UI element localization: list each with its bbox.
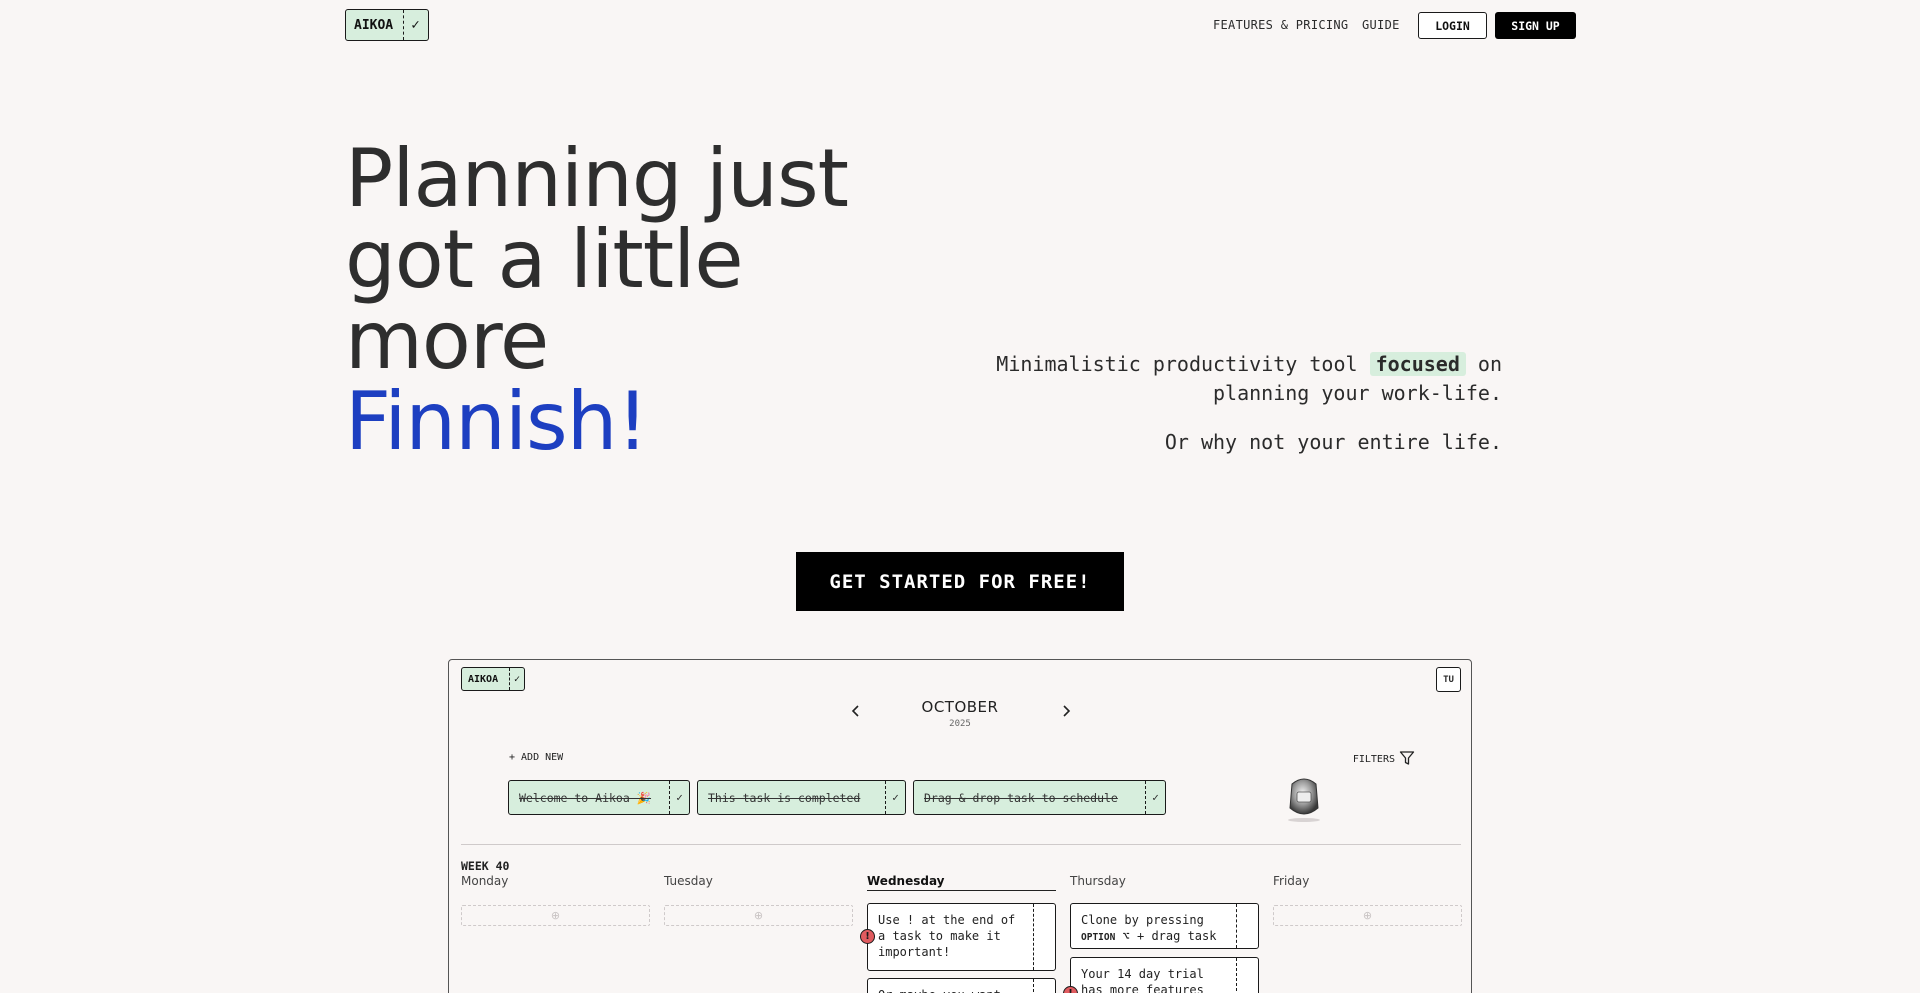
- checkmark-icon: ✓: [403, 10, 427, 40]
- app-preview: AIKOA ✓ TU OCTOBER 2025 + ADD NEW FILTER…: [448, 659, 1472, 993]
- week-label: WEEK 40: [461, 859, 510, 873]
- month-title: OCTOBER: [921, 698, 999, 716]
- nav-link-features-pricing[interactable]: FEATURES & PRICING: [1213, 18, 1348, 32]
- add-circle-icon: ⊕: [550, 909, 561, 922]
- hero-title-line: more: [345, 294, 549, 387]
- filter-icon: [1399, 750, 1415, 769]
- chevron-right-icon[interactable]: [1061, 704, 1071, 722]
- important-icon: !: [860, 929, 875, 944]
- day-column-tuesday: Tuesday ⊕: [664, 874, 853, 926]
- task-card[interactable]: Your 14 day trial has more features: [1070, 957, 1259, 993]
- subtitle-text: Minimalistic productivity tool: [996, 352, 1370, 376]
- hero-title-line: Planning just: [345, 132, 849, 225]
- keyboard-key: OPTION: [1081, 932, 1116, 943]
- day-name: Monday: [461, 874, 509, 888]
- add-task-slot[interactable]: ⊕: [664, 905, 853, 926]
- top-navigation: AIKOA ✓ FEATURES & PRICING GUIDE LOGIN S…: [0, 0, 1920, 50]
- task-text-part: Clone by pressing: [1081, 913, 1204, 927]
- task-checkbox[interactable]: [1236, 904, 1258, 948]
- hero-subtitle-line1: Minimalistic productivity tool focused o…: [902, 350, 1502, 408]
- hero-title-line: got a little: [345, 213, 744, 306]
- month-year: 2025: [949, 719, 971, 729]
- checkmark-icon[interactable]: ✓: [885, 781, 905, 814]
- day-column-monday: Monday ⊕: [461, 874, 650, 926]
- divider: [461, 844, 1461, 845]
- get-started-button[interactable]: GET STARTED FOR FREE!: [796, 552, 1124, 611]
- task-card[interactable]: Or maybe you want: [867, 978, 1056, 993]
- day-name: Tuesday: [664, 874, 713, 888]
- hero-subtitle-line2: Or why not your entire life.: [1164, 430, 1502, 454]
- task-checkbox[interactable]: [1033, 904, 1055, 970]
- task-card[interactable]: Clone by pressing OPTION ⌥ + drag task: [1070, 903, 1259, 949]
- signup-button[interactable]: SIGN UP: [1495, 12, 1576, 39]
- app-logo-text: AIKOA: [468, 673, 499, 685]
- completed-task-chip[interactable]: Drag & drop task to schedule ✓: [913, 780, 1166, 815]
- app-logo[interactable]: AIKOA ✓: [461, 667, 525, 691]
- hero-subtitle: Minimalistic productivity tool focused o…: [902, 350, 1502, 477]
- day-name: Wednesday: [867, 874, 1056, 891]
- task-text: Or maybe you want: [868, 979, 1033, 993]
- aikoa-logo[interactable]: AIKOA ✓: [345, 9, 429, 41]
- task-text: Your 14 day trial has more features: [1081, 967, 1204, 993]
- completed-task-chip[interactable]: Welcome to Aikoa 🎉 ✓: [508, 780, 690, 815]
- add-circle-icon: ⊕: [1362, 909, 1373, 922]
- task-text-part: ⌥ + drag task: [1122, 929, 1217, 943]
- task-card[interactable]: Use ! at the end of a task to make it im…: [867, 903, 1056, 971]
- subtitle-highlight: focused: [1369, 352, 1466, 376]
- task-text: Drag & drop task to schedule: [924, 790, 1118, 805]
- day-name: Friday: [1273, 874, 1310, 888]
- day-column-wednesday: Wednesday: [867, 874, 1056, 891]
- day-column-thursday: Thursday: [1070, 874, 1259, 891]
- completed-task-chip[interactable]: This task is completed ✓: [697, 780, 906, 815]
- add-task-slot[interactable]: ⊕: [461, 905, 650, 926]
- add-new-button[interactable]: + ADD NEW: [509, 752, 563, 763]
- hero-title-accent: Finnish!: [345, 375, 649, 468]
- logo-text: AIKOA: [354, 17, 394, 33]
- task-checkbox[interactable]: [1033, 979, 1055, 993]
- task-text: Clone by pressing OPTION ⌥ + drag task: [1071, 904, 1236, 948]
- task-checkbox[interactable]: [1236, 958, 1258, 993]
- filters-label: FILTERS: [1352, 754, 1395, 765]
- checkmark-icon[interactable]: ✓: [669, 781, 689, 814]
- task-text: This task is completed: [708, 790, 861, 805]
- add-circle-icon: ⊕: [753, 909, 764, 922]
- add-task-slot[interactable]: ⊕: [1273, 905, 1462, 926]
- task-text: Use ! at the end of a task to make it im…: [878, 913, 1016, 959]
- mascot-icon: [1278, 770, 1330, 822]
- filters-button[interactable]: FILTERS: [1353, 750, 1415, 769]
- nav-link-guide[interactable]: GUIDE: [1362, 18, 1400, 32]
- task-text: Welcome to Aikoa 🎉: [519, 790, 652, 805]
- checkmark-icon[interactable]: ✓: [1145, 781, 1165, 814]
- user-avatar[interactable]: TU: [1436, 667, 1461, 692]
- day-column-friday: Friday ⊕: [1273, 874, 1462, 926]
- login-button[interactable]: LOGIN: [1418, 12, 1487, 39]
- checkmark-icon: ✓: [509, 668, 524, 690]
- month-navigator: OCTOBER 2025: [449, 698, 1471, 738]
- day-name: Thursday: [1070, 874, 1126, 888]
- hero-title: Planning just got a little more Finnish!: [345, 138, 905, 462]
